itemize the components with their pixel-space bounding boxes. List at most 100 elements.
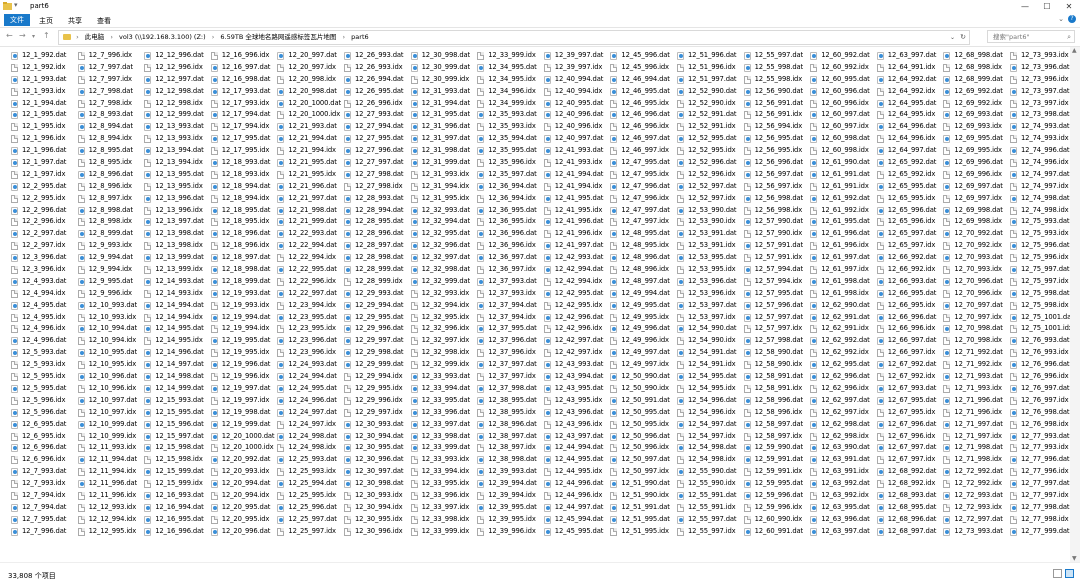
- file-item[interactable]: 12_56_991.idx: [742, 109, 808, 121]
- file-item[interactable]: 12_30_995.idx: [342, 514, 408, 526]
- file-item[interactable]: 12_40_996.dat: [542, 109, 608, 121]
- file-item[interactable]: 12_53_996.dat: [675, 276, 741, 288]
- file-item[interactable]: 12_71_993.dat: [941, 371, 1007, 383]
- file-item[interactable]: 12_7_995.dat: [9, 514, 75, 526]
- file-item[interactable]: 12_69_997.dat: [941, 181, 1007, 193]
- file-item[interactable]: 12_25_995.idx: [275, 490, 341, 502]
- file-item[interactable]: 12_36_996.dat: [475, 228, 541, 240]
- file-item[interactable]: 12_1_995.dat: [9, 109, 75, 121]
- file-item[interactable]: 12_57_991.dat: [742, 240, 808, 252]
- file-item[interactable]: 12_4_993.dat: [9, 276, 75, 288]
- file-item[interactable]: 12_76_998.dat: [1008, 407, 1074, 419]
- file-item[interactable]: 12_6_996.dat: [9, 442, 75, 454]
- file-item[interactable]: 12_32_996.dat: [409, 240, 475, 252]
- file-item[interactable]: 12_29_999.dat: [342, 359, 408, 371]
- file-item[interactable]: 12_48_996.dat: [608, 252, 674, 264]
- file-item[interactable]: 12_33_999.dat: [409, 442, 475, 454]
- file-item[interactable]: 12_26_995.dat: [342, 86, 408, 98]
- forward-arrow-icon[interactable]: →: [19, 31, 26, 40]
- file-item[interactable]: 12_74_998.idx: [1008, 205, 1074, 217]
- file-item[interactable]: 12_67_997.dat: [875, 442, 941, 454]
- file-item[interactable]: 12_52_990.dat: [675, 86, 741, 98]
- file-item[interactable]: 12_60_992.idx: [808, 62, 874, 74]
- file-item[interactable]: 12_36_997.dat: [475, 252, 541, 264]
- file-item[interactable]: 12_54_990.dat: [675, 323, 741, 335]
- file-item[interactable]: 12_33_994.dat: [409, 383, 475, 395]
- file-item[interactable]: 12_50_990.idx: [608, 383, 674, 395]
- vertical-scrollbar[interactable]: ▲ ▼: [1070, 47, 1080, 562]
- file-item[interactable]: 12_71_993.idx: [941, 383, 1007, 395]
- file-item[interactable]: 12_60_992.dat: [808, 50, 874, 62]
- file-item[interactable]: 12_66_996.idx: [875, 323, 941, 335]
- file-item[interactable]: 12_13_996.dat: [142, 193, 208, 205]
- file-item[interactable]: 12_48_996.idx: [608, 264, 674, 276]
- file-item[interactable]: 12_50_991.dat: [608, 395, 674, 407]
- file-item[interactable]: 12_47_996.dat: [608, 181, 674, 193]
- file-item[interactable]: 12_75_993.dat: [1008, 216, 1074, 228]
- file-item[interactable]: 12_20_998.idx: [275, 74, 341, 86]
- file-item[interactable]: 12_68_993.dat: [875, 490, 941, 502]
- file-item[interactable]: 12_35_996.idx: [475, 157, 541, 169]
- file-item[interactable]: 12_58_996.dat: [742, 395, 808, 407]
- file-item[interactable]: 12_59_991.idx: [742, 466, 808, 478]
- file-item[interactable]: 12_60_996.idx: [808, 98, 874, 110]
- file-item[interactable]: 12_49_996.dat: [608, 323, 674, 335]
- chevron-right-icon[interactable]: ›: [110, 33, 113, 41]
- file-item[interactable]: 12_8_993.dat: [76, 109, 142, 121]
- file-item[interactable]: 12_16_993.dat: [142, 490, 208, 502]
- file-item[interactable]: 12_46_996.idx: [608, 121, 674, 133]
- file-item[interactable]: 12_32_995.idx: [409, 312, 475, 324]
- refresh-icon[interactable]: ↻: [960, 31, 966, 44]
- file-item[interactable]: 12_1_996.dat: [9, 145, 75, 157]
- file-item[interactable]: 12_74_993.idx: [1008, 133, 1074, 145]
- file-item[interactable]: 12_31_994.dat: [409, 98, 475, 110]
- file-item[interactable]: 12_22_995.dat: [275, 264, 341, 276]
- file-item[interactable]: 12_61_998.dat: [808, 276, 874, 288]
- file-item[interactable]: 12_37_994.dat: [475, 300, 541, 312]
- file-item[interactable]: 12_36_994.idx: [475, 193, 541, 205]
- file-item[interactable]: 12_64_996.idx: [875, 133, 941, 145]
- file-item[interactable]: 12_21_996.dat: [275, 181, 341, 193]
- file-item[interactable]: 12_32_999.dat: [409, 276, 475, 288]
- file-item[interactable]: 12_73_993.idx: [1008, 50, 1074, 62]
- file-item[interactable]: 12_33_996.dat: [409, 407, 475, 419]
- file-item[interactable]: 12_41_994.idx: [542, 181, 608, 193]
- file-item[interactable]: 12_72_993.dat: [941, 490, 1007, 502]
- file-item[interactable]: 12_71_998.idx: [941, 454, 1007, 466]
- file-item[interactable]: 12_32_998.idx: [409, 347, 475, 359]
- file-item[interactable]: 12_33_997.dat: [409, 419, 475, 431]
- file-item[interactable]: 12_55_990.dat: [675, 466, 741, 478]
- file-item[interactable]: 12_15_993.dat: [142, 395, 208, 407]
- file-item[interactable]: 12_74_996.idx: [1008, 157, 1074, 169]
- file-item[interactable]: 12_54_996.dat: [675, 395, 741, 407]
- file-item[interactable]: 12_74_996.dat: [1008, 145, 1074, 157]
- file-item[interactable]: 12_75_993.idx: [1008, 228, 1074, 240]
- file-item[interactable]: 12_30_993.idx: [342, 490, 408, 502]
- file-item[interactable]: 12_58_991.dat: [742, 371, 808, 383]
- file-item[interactable]: 12_77_993.dat: [1008, 431, 1074, 443]
- file-item[interactable]: 12_15_999.dat: [142, 466, 208, 478]
- file-item[interactable]: 12_77_997.idx: [1008, 490, 1074, 502]
- file-item[interactable]: 12_28_995.dat: [342, 216, 408, 228]
- file-item[interactable]: 12_18_995.dat: [209, 205, 275, 217]
- file-item[interactable]: 12_27_998.dat: [342, 169, 408, 181]
- file-item[interactable]: 12_12_998.idx: [142, 98, 208, 110]
- file-item[interactable]: 12_76_993.dat: [1008, 335, 1074, 347]
- file-item[interactable]: 12_43_995.dat: [542, 383, 608, 395]
- file-item[interactable]: 12_16_995.dat: [142, 514, 208, 526]
- file-item[interactable]: 12_18_997.dat: [209, 252, 275, 264]
- file-item[interactable]: 12_46_997.dat: [608, 133, 674, 145]
- file-item[interactable]: 12_6_995.idx: [9, 431, 75, 443]
- file-item[interactable]: 12_15_999.idx: [142, 478, 208, 490]
- file-item[interactable]: 12_68_998.idx: [941, 62, 1007, 74]
- file-item[interactable]: 12_33_994.idx: [409, 466, 475, 478]
- file-item[interactable]: 12_18_993.dat: [209, 157, 275, 169]
- file-item[interactable]: 12_35_993.idx: [475, 121, 541, 133]
- file-item[interactable]: 12_58_990.idx: [742, 359, 808, 371]
- file-item[interactable]: 12_30_996.dat: [342, 454, 408, 466]
- file-item[interactable]: 12_28_996.dat: [342, 228, 408, 240]
- file-item[interactable]: 12_29_994.dat: [342, 300, 408, 312]
- file-item[interactable]: 12_1_992.dat: [9, 50, 75, 62]
- file-item[interactable]: 12_56_997.dat: [742, 169, 808, 181]
- file-item[interactable]: 12_51_997.dat: [675, 74, 741, 86]
